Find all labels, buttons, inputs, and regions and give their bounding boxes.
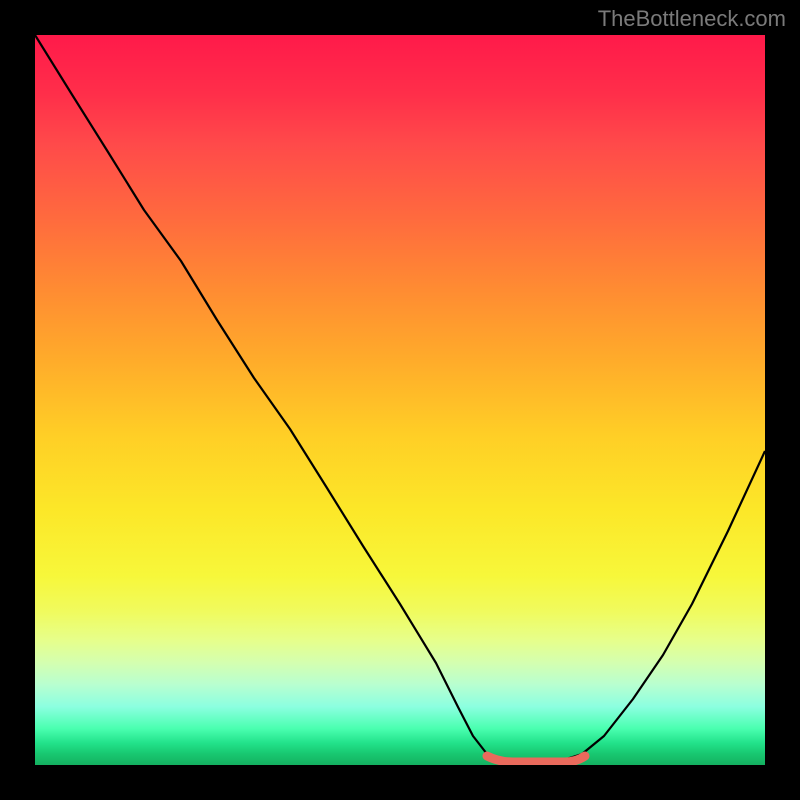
watermark-text: TheBottleneck.com [598, 6, 786, 32]
curve-svg [35, 35, 765, 765]
plot-area [35, 35, 765, 765]
bottleneck-curve-path [35, 35, 765, 765]
chart-container: TheBottleneck.com [0, 0, 800, 800]
